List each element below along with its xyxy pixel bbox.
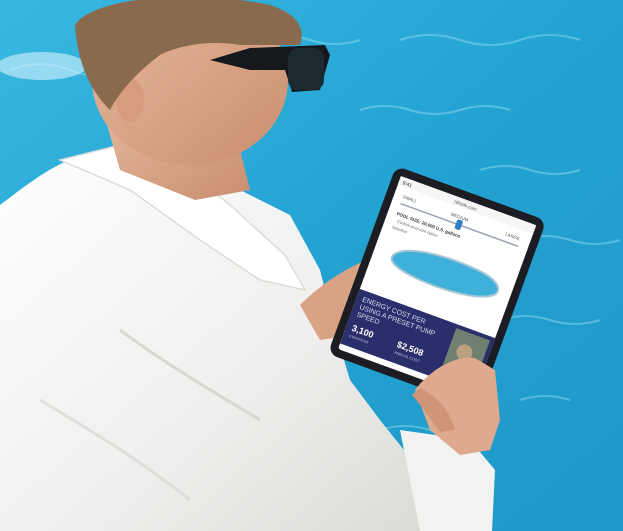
- photo-scene: [0, 0, 623, 531]
- water-glare: [0, 52, 87, 80]
